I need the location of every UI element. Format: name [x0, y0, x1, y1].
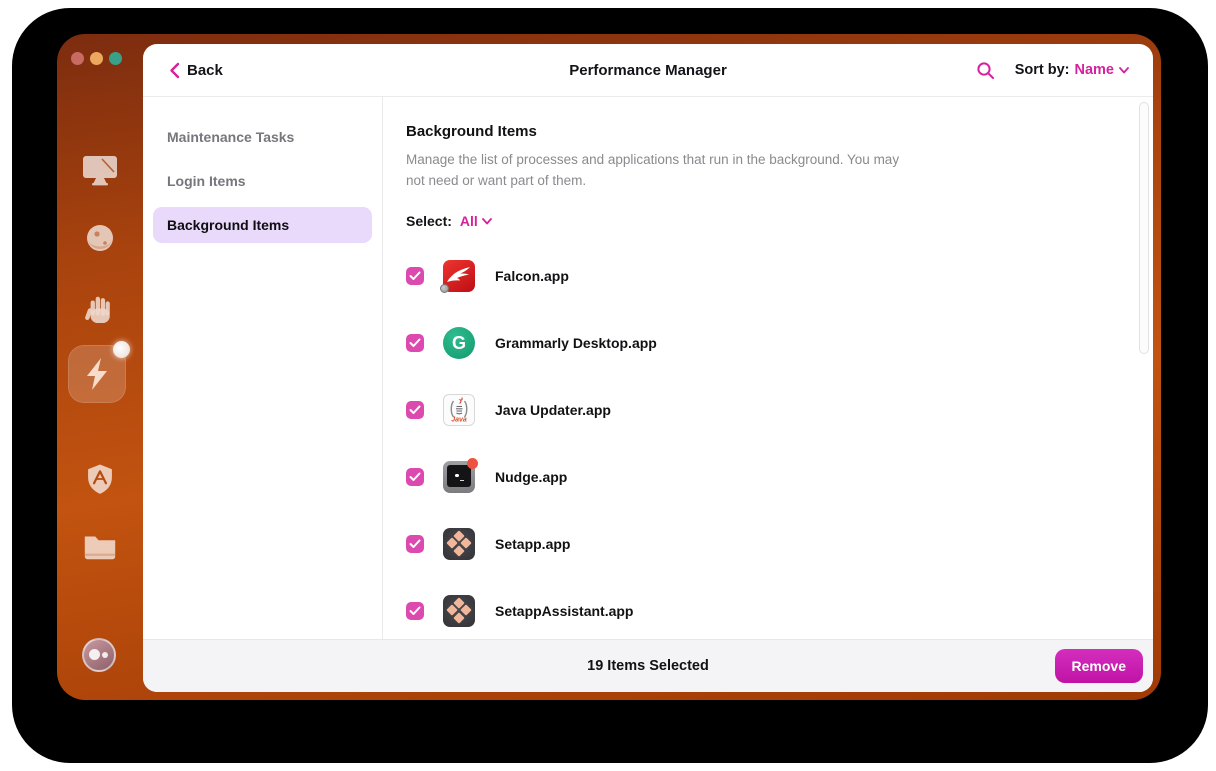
nav-item-login-items[interactable]: Login Items	[153, 163, 372, 199]
item-name: Java Updater.app	[495, 401, 611, 418]
notification-dot	[113, 341, 130, 358]
chevron-left-icon	[170, 62, 180, 78]
list-item: Falcon.app	[406, 242, 1131, 309]
check-icon	[409, 539, 421, 548]
status-dot	[440, 283, 449, 293]
avatar-dot-large	[89, 649, 100, 660]
sidebar-item-speed-selected[interactable]	[68, 341, 130, 403]
avatar-dot-small	[102, 652, 108, 658]
check-icon	[409, 472, 421, 481]
sidebar-item-applications[interactable]	[57, 460, 143, 498]
check-icon	[409, 405, 421, 414]
monitor-icon	[83, 156, 117, 186]
java-logo-glyph: Java	[450, 396, 468, 423]
back-label: Back	[187, 61, 223, 79]
list-item: Nudge.app	[406, 443, 1131, 510]
screen: Back Performance Manager Sort by: Name M…	[0, 0, 1216, 771]
nudge-screen-glyph	[447, 464, 471, 487]
check-icon	[409, 338, 421, 347]
remove-button[interactable]: Remove	[1054, 649, 1143, 683]
item-checkbox[interactable]	[406, 400, 424, 419]
search-icon[interactable]	[976, 61, 995, 80]
sidebar-item-files[interactable]	[57, 528, 143, 564]
sort-by-value: Name	[1074, 62, 1115, 78]
sidebar-item-privacy[interactable]	[57, 290, 143, 326]
list-item: Java Java Updater.app	[406, 376, 1131, 443]
svg-text:Java: Java	[451, 416, 467, 423]
grammarly-app-icon: G	[443, 326, 475, 359]
folder-icon	[84, 536, 116, 560]
hand-icon	[85, 296, 110, 324]
item-name: Nudge.app	[495, 468, 568, 485]
check-icon	[409, 271, 421, 280]
select-row: Select: All	[406, 213, 1131, 229]
back-button[interactable]: Back	[169, 62, 223, 79]
select-label: Select:	[406, 213, 452, 229]
content-description: Manage the list of processes and applica…	[406, 152, 900, 188]
sidebar-item-system[interactable]	[57, 222, 143, 258]
setapp-diamond	[460, 604, 472, 616]
setapp-diamond	[460, 537, 472, 549]
item-checkbox[interactable]	[406, 534, 424, 553]
sphere-icon	[87, 225, 113, 251]
java-app-icon: Java	[443, 393, 475, 426]
app-window: Back Performance Manager Sort by: Name M…	[57, 34, 1161, 700]
panel-header: Back Performance Manager Sort by: Name	[143, 44, 1153, 97]
select-all-dropdown[interactable]: All	[460, 213, 492, 229]
sort-by-label: Sort by:	[1014, 62, 1070, 78]
sort-by-control[interactable]: Sort by: Name	[1015, 62, 1129, 78]
falcon-app-icon	[440, 259, 475, 293]
item-checkbox[interactable]	[406, 333, 424, 352]
item-checkbox[interactable]	[406, 601, 424, 620]
check-icon	[409, 606, 421, 615]
chevron-down-icon	[481, 217, 492, 224]
shield-icon	[88, 464, 112, 494]
nudge-dot-glyph	[455, 473, 459, 477]
item-checkbox[interactable]	[406, 467, 424, 486]
item-name: SetappAssistant.app	[495, 602, 634, 619]
item-name: Grammarly Desktop.app	[495, 334, 657, 351]
nudge-dash-glyph	[460, 479, 464, 481]
lightning-bolt-icon	[87, 358, 107, 390]
select-all-value: All	[459, 213, 478, 229]
sidebar-rail	[57, 34, 143, 700]
content-area: Background Items Manage the list of proc…	[384, 97, 1153, 640]
grammarly-g-glyph: G	[451, 332, 466, 353]
main-panel: Back Performance Manager Sort by: Name M…	[143, 44, 1153, 692]
section-nav: Maintenance Tasks Login Items Background…	[143, 97, 383, 692]
sidebar-item-cleanup[interactable]	[57, 152, 143, 188]
nav-item-maintenance-tasks[interactable]: Maintenance Tasks	[153, 119, 372, 155]
item-name: Setapp.app	[495, 535, 571, 552]
item-checkbox[interactable]	[406, 266, 424, 285]
setapp-app-icon	[443, 527, 475, 560]
list-item: G Grammarly Desktop.app	[406, 309, 1131, 376]
background-items-list: Falcon.app G Grammarly Desktop.app Java …	[406, 242, 1131, 640]
selection-status: 19 Items Selected	[587, 658, 709, 674]
user-avatar[interactable]	[82, 638, 116, 672]
nudge-app-icon	[443, 457, 478, 493]
chevron-down-icon	[1119, 66, 1129, 73]
item-name: Falcon.app	[495, 267, 569, 284]
nudge-red-badge	[467, 457, 478, 469]
list-item: SetappAssistant.app	[406, 577, 1131, 640]
footer-bar: 19 Items Selected Remove	[143, 639, 1153, 692]
list-item: Setapp.app	[406, 510, 1131, 577]
setapp-app-icon	[443, 594, 475, 627]
nav-item-background-items[interactable]: Background Items	[153, 207, 372, 243]
scrollbar-thumb[interactable]	[1139, 102, 1149, 354]
content-title: Background Items	[406, 123, 537, 140]
